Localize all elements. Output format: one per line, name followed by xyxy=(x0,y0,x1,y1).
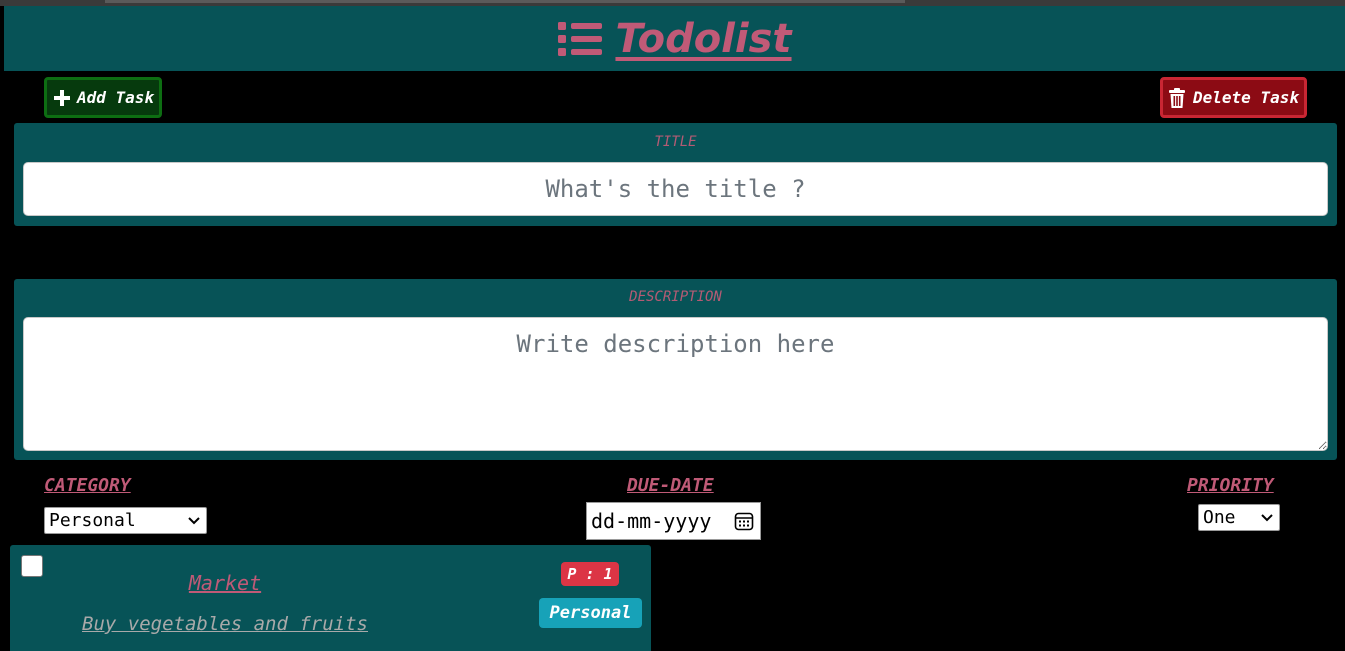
app-header: Todolist xyxy=(4,6,1345,71)
category-badge: Personal xyxy=(539,598,642,628)
description-input[interactable] xyxy=(23,317,1328,451)
priority-label: PRIORITY xyxy=(1187,475,1274,496)
title-input[interactable] xyxy=(23,162,1328,216)
title-panel: TITLE xyxy=(14,123,1337,226)
add-task-button[interactable]: Add Task xyxy=(44,77,162,118)
calendar-icon[interactable] xyxy=(734,511,754,531)
task-title: Market xyxy=(188,571,262,595)
due-date-label: DUE-DATE xyxy=(627,475,714,496)
chevron-down-icon xyxy=(188,516,200,524)
task-card: Market Buy vegetables and fruits P : 1 P… xyxy=(10,545,651,651)
plus-icon xyxy=(54,89,70,106)
due-date-input[interactable]: dd-mm-yyyy xyxy=(586,502,761,540)
title-label: TITLE xyxy=(654,134,697,150)
task-description: Buy vegetables and fruits xyxy=(82,613,368,635)
list-icon xyxy=(558,21,603,56)
delete-task-label: Delete Task xyxy=(1193,88,1299,107)
delete-task-button[interactable]: Delete Task xyxy=(1160,77,1307,118)
description-panel: DESCRIPTION xyxy=(14,279,1337,460)
chevron-down-icon xyxy=(1261,513,1273,521)
due-date-value: dd-mm-yyyy xyxy=(591,509,712,533)
add-task-label: Add Task xyxy=(77,88,155,107)
app-title: Todolist xyxy=(615,15,792,62)
top-strip-segment xyxy=(105,0,905,3)
priority-select-value: One xyxy=(1203,507,1236,528)
category-label: CATEGORY xyxy=(44,475,131,496)
priority-select[interactable]: One xyxy=(1198,504,1280,531)
priority-badge: P : 1 xyxy=(561,562,619,586)
header-brand: Todolist xyxy=(557,15,792,62)
trash-icon xyxy=(1169,87,1185,108)
category-select[interactable]: Personal xyxy=(44,507,207,534)
description-label: DESCRIPTION xyxy=(629,289,722,305)
category-select-value: Personal xyxy=(49,510,136,531)
